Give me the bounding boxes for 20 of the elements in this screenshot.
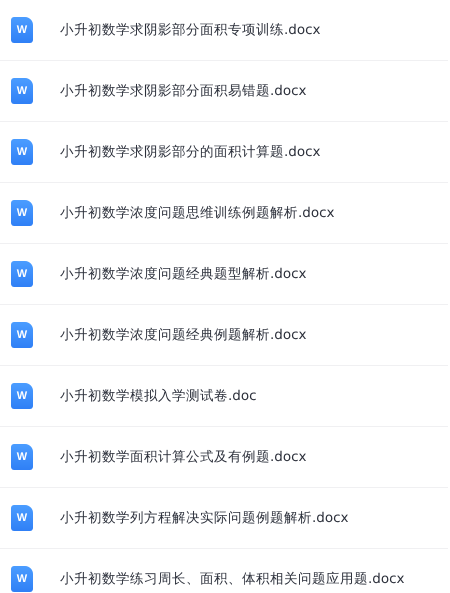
- file-name[interactable]: 小升初数学模拟入学测试卷.doc: [60, 387, 257, 405]
- file-name[interactable]: 小升初数学浓度问题经典例题解析.docx: [60, 326, 307, 344]
- file-name[interactable]: 小升初数学练习周长、面积、体积相关问题应用题.docx: [60, 570, 405, 588]
- file-name[interactable]: 小升初数学求阴影部分面积易错题.docx: [60, 82, 307, 100]
- file-name[interactable]: 小升初数学求阴影部分的面积计算题.docx: [60, 143, 321, 161]
- word-document-icon: W: [11, 200, 33, 226]
- file-name[interactable]: 小升初数学浓度问题经典题型解析.docx: [60, 265, 307, 283]
- word-document-icon: W: [11, 78, 33, 104]
- word-document-icon: W: [11, 261, 33, 287]
- file-name[interactable]: 小升初数学求阴影部分面积专项训练.docx: [60, 21, 321, 39]
- word-document-icon: W: [11, 139, 33, 165]
- file-name[interactable]: 小升初数学面积计算公式及有例题.docx: [60, 448, 307, 466]
- word-document-icon: W: [11, 444, 33, 470]
- word-document-icon: W: [11, 322, 33, 348]
- file-name[interactable]: 小升初数学列方程解决实际问题例题解析.docx: [60, 509, 349, 527]
- word-document-icon: W: [11, 383, 33, 409]
- word-document-icon: W: [11, 505, 33, 531]
- word-document-icon: W: [11, 17, 33, 43]
- file-name[interactable]: 小升初数学浓度问题思维训练例题解析.docx: [60, 204, 335, 222]
- word-document-icon: W: [11, 566, 33, 592]
